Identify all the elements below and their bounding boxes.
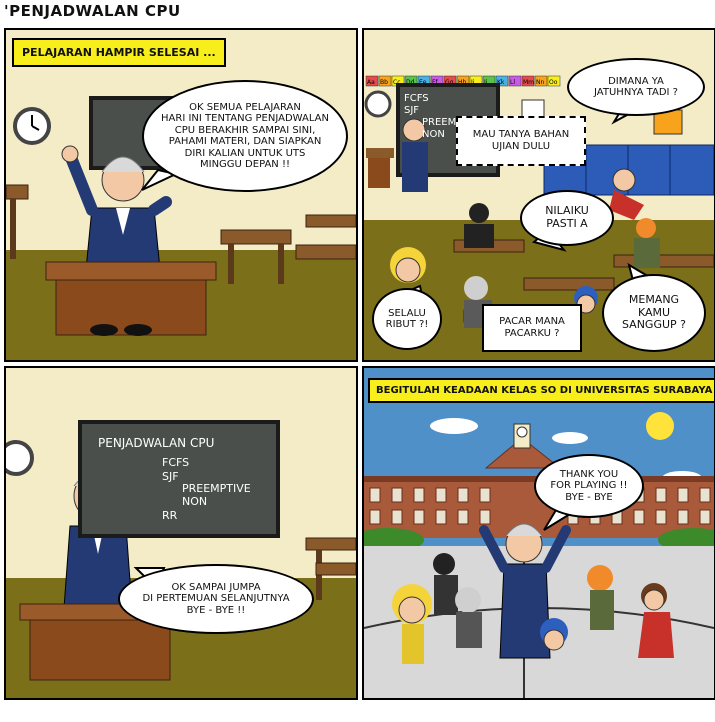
alphabet-letter: Nn bbox=[536, 79, 544, 86]
building-window bbox=[391, 509, 403, 525]
panel-2-classroom-chaos: Aa Bb Cc Dd Ee Ff Gg Hh Ii Jj Kk Ll Mm Nn Oo bbox=[362, 28, 715, 362]
panel-4-caption: BEGITULAH KEADAAN KELAS SO DI UNIVERSITA… bbox=[368, 378, 714, 403]
building-window bbox=[369, 487, 381, 503]
farewell-speech-bubble: THANK YOU FOR PLAYING !! BYE - BYE bbox=[534, 454, 644, 518]
building-window bbox=[677, 509, 689, 525]
panel-1-caption: PELAJARAN HAMPIR SELESAI ... bbox=[12, 38, 226, 67]
board-item-fcfs: FCFS bbox=[162, 456, 190, 469]
panel-1-classroom: PELAJARAN HAMPIR SELESAI ... OK SEMUA PE… bbox=[4, 28, 358, 362]
speech-bubble-dimana: DIMANA YA JATUHNYA TADI ? bbox=[567, 58, 705, 116]
building-window bbox=[435, 487, 447, 503]
building-window bbox=[633, 509, 645, 525]
building-window bbox=[457, 509, 469, 525]
building-window bbox=[699, 487, 711, 503]
building-window bbox=[479, 509, 491, 525]
panel-2-board-line: SJF bbox=[404, 105, 420, 116]
page-title: 'PENJADWALAN CPU bbox=[4, 2, 181, 20]
building-window bbox=[699, 509, 711, 525]
building-window bbox=[413, 509, 425, 525]
speech-bubble-nilaiku: NILAIKU PASTI A bbox=[520, 190, 614, 246]
teacher-speech-bubble: OK SEMUA PELAJARAN HARI INI TENTANG PENJ… bbox=[142, 80, 348, 192]
teacher-goodbye-bubble: OK SAMPAI JUMPA DI PERTEMUAN SELANJUTNYA… bbox=[118, 564, 314, 634]
building-window bbox=[655, 487, 667, 503]
panel-3-chalkboard: PENJADWALAN CPU FCFS SJF PREEMPTIVE NON … bbox=[78, 420, 280, 538]
board-title: PENJADWALAN CPU bbox=[98, 436, 215, 450]
alphabet-letter: Aa bbox=[367, 79, 375, 86]
speech-bubble-pacar: PACAR MANA PACARKU ? bbox=[482, 304, 582, 352]
speech-bubble-memang: MEMANG KAMU SANGGUP ? bbox=[602, 274, 706, 352]
panel-1-scene bbox=[6, 30, 356, 360]
board-item-preemptive: PREEMPTIVE bbox=[182, 482, 251, 495]
panel-4-campus: BEGITULAH KEADAAN KELAS SO DI UNIVERSITA… bbox=[362, 366, 715, 700]
board-item-rr: RR bbox=[162, 509, 178, 522]
alphabet-letter: Bb bbox=[380, 79, 388, 86]
panel-3-classroom: PENJADWALAN CPU FCFS SJF PREEMPTIVE NON … bbox=[4, 366, 358, 700]
panel-2-board-line: FCFS bbox=[404, 93, 429, 104]
alphabet-letter: Oo bbox=[549, 79, 558, 86]
alphabet-letter: Mm bbox=[523, 79, 534, 86]
building-window bbox=[413, 487, 425, 503]
building-window bbox=[369, 509, 381, 525]
alphabet-letter: Ll bbox=[510, 79, 515, 86]
speech-bubble-selalu: SELALU RIBUT ?! bbox=[372, 288, 442, 350]
panel-2-board-line: NON bbox=[422, 129, 445, 140]
building-window bbox=[479, 487, 491, 503]
building-window bbox=[457, 487, 469, 503]
building-window bbox=[391, 487, 403, 503]
panel-4-scene bbox=[364, 368, 714, 698]
board-item-non: NON bbox=[182, 495, 208, 508]
building-window bbox=[677, 487, 689, 503]
building-window bbox=[435, 509, 447, 525]
board-item-sjf: SJF bbox=[162, 470, 179, 483]
building-window bbox=[655, 509, 667, 525]
speech-bubble-ujian: MAU TANYA BAHAN UJIAN DULU bbox=[456, 116, 586, 166]
